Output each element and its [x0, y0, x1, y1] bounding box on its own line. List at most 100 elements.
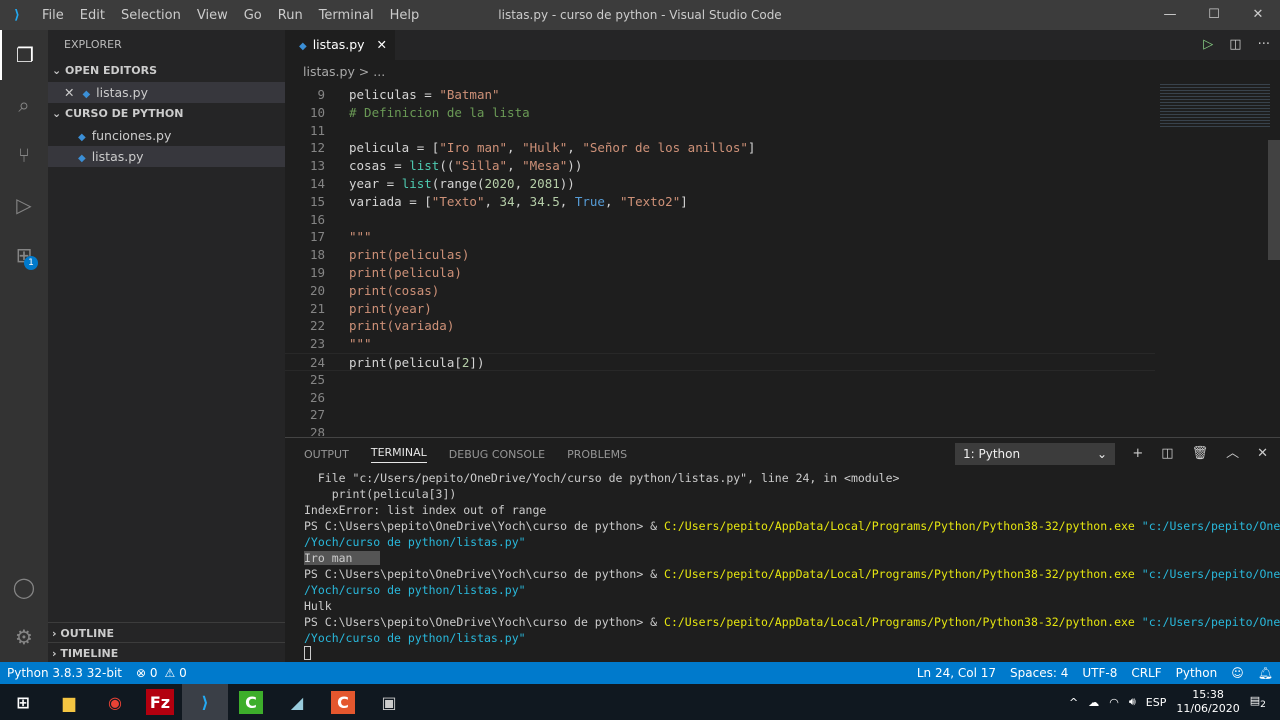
- close-window-icon[interactable]: ✕: [1236, 0, 1280, 30]
- editor-scrollbar[interactable]: [1268, 140, 1280, 260]
- source-control-icon[interactable]: ⑂: [0, 130, 48, 180]
- clock[interactable]: 15:38 11/06/2020: [1176, 688, 1239, 716]
- cursor-position[interactable]: Ln 24, Col 17: [910, 662, 1003, 684]
- run-icon[interactable]: ▷: [1203, 30, 1213, 60]
- tab-listas[interactable]: ◆ listas.py ✕: [285, 30, 395, 60]
- code-line[interactable]: 21 print(year): [285, 300, 1155, 318]
- run-debug-icon[interactable]: ▷: [0, 180, 48, 230]
- split-editor-icon[interactable]: ◫: [1229, 30, 1241, 60]
- code-line[interactable]: 19 print(pelicula): [285, 264, 1155, 282]
- menu-selection[interactable]: Selection: [113, 8, 189, 23]
- search-icon[interactable]: ⌕: [0, 80, 48, 130]
- panel-tab-output[interactable]: OUTPUT: [304, 448, 349, 461]
- indentation[interactable]: Spaces: 4: [1003, 662, 1075, 684]
- notification-count: 2: [1260, 699, 1266, 711]
- panel-tab-problems[interactable]: PROBLEMS: [567, 448, 627, 461]
- code-line[interactable]: 12 pelicula = ["Iro man", "Hulk", "Señor …: [285, 139, 1155, 157]
- menu-edit[interactable]: Edit: [72, 8, 113, 23]
- line-ending[interactable]: CRLF: [1124, 662, 1168, 684]
- explorer-icon[interactable]: ❐: [0, 30, 48, 80]
- terminal-select[interactable]: 1: Python ⌄: [955, 443, 1115, 465]
- code-line[interactable]: 18 print(peliculas): [285, 246, 1155, 264]
- code-line[interactable]: 20 print(cosas): [285, 282, 1155, 300]
- language-indicator[interactable]: ESP: [1146, 696, 1167, 709]
- file-explorer-icon[interactable]: ▆: [46, 684, 92, 720]
- windows-start-icon[interactable]: ⊞: [0, 684, 46, 720]
- menu-run[interactable]: Run: [270, 8, 311, 23]
- code-line[interactable]: 16: [285, 211, 1155, 229]
- file-label: listas.py: [91, 149, 144, 164]
- code-editor[interactable]: 9 peliculas = "Batman" 10 # Definicion de l…: [285, 86, 1155, 436]
- window-app-icon[interactable]: ▣: [366, 684, 412, 720]
- bell-icon[interactable]: 🔔︎: [1251, 662, 1280, 684]
- code-line[interactable]: 11: [285, 122, 1155, 140]
- encoding[interactable]: UTF-8: [1075, 662, 1124, 684]
- account-icon[interactable]: ◯: [0, 562, 48, 612]
- close-tab-icon[interactable]: ✕: [376, 37, 386, 52]
- volume-icon[interactable]: 🔊︎: [1129, 695, 1136, 709]
- file-item-listas[interactable]: ◆ listas.py: [48, 146, 285, 167]
- new-terminal-icon[interactable]: +: [1132, 438, 1143, 470]
- open-editor-item[interactable]: ✕ ◆ listas.py: [48, 82, 285, 103]
- gear-icon[interactable]: ⚙: [0, 612, 48, 662]
- code-line[interactable]: 22 print(variada): [285, 317, 1155, 335]
- terminal-output[interactable]: File "c:/Users/pepito/OneDrive/Yoch/curs…: [285, 470, 1280, 662]
- menu-view[interactable]: View: [189, 8, 236, 23]
- camtasia-recorder-icon[interactable]: C: [320, 684, 366, 720]
- menu-go[interactable]: Go: [236, 8, 270, 23]
- open-editors-section[interactable]: ⌄ OPEN EDITORS: [48, 60, 285, 82]
- problems-warnings[interactable]: ⚠ 0: [165, 662, 194, 684]
- chevron-up-icon[interactable]: ^: [1069, 696, 1078, 709]
- vscode-taskbar-icon[interactable]: ⟩: [182, 684, 228, 720]
- code-line[interactable]: 9 peliculas = "Batman": [285, 86, 1155, 104]
- close-icon[interactable]: ✕: [64, 85, 74, 100]
- file-item-funciones[interactable]: ◆ funciones.py: [48, 125, 285, 146]
- cloud-icon[interactable]: ☁: [1088, 696, 1099, 709]
- line-number: 21: [309, 300, 325, 316]
- python-interpreter[interactable]: Python 3.8.3 32-bit: [0, 662, 129, 684]
- extensions-icon[interactable]: ⊞ 1: [0, 230, 48, 280]
- more-actions-icon[interactable]: ···: [1258, 30, 1270, 60]
- wifi-icon[interactable]: ◠: [1109, 696, 1119, 709]
- app-icon[interactable]: ◢: [274, 684, 320, 720]
- camtasia-icon[interactable]: C: [228, 684, 274, 720]
- menu-terminal[interactable]: Terminal: [311, 8, 382, 23]
- terminal-text: /Yoch/curso de python/listas.py": [304, 631, 526, 645]
- code-line[interactable]: 25: [285, 371, 1155, 389]
- code-line[interactable]: 27: [285, 406, 1155, 424]
- trash-icon[interactable]: 🗑: [1192, 438, 1209, 470]
- code-line[interactable]: 28: [285, 424, 1155, 436]
- code-line[interactable]: 17 """: [285, 228, 1155, 246]
- editor-tabs: ◆ listas.py ✕ ▷ ◫ ···: [285, 30, 1280, 60]
- breadcrumb[interactable]: listas.py > ...: [285, 60, 385, 84]
- filezilla-icon[interactable]: Fz: [146, 689, 174, 715]
- code-line[interactable]: 13 cosas = list(("Silla", "Mesa")): [285, 157, 1155, 175]
- code-line[interactable]: 10 # Definicion de la lista: [285, 104, 1155, 122]
- activity-bar: ❐ ⌕ ⑂ ▷ ⊞ 1 ◯ ⚙: [0, 30, 48, 662]
- code-line[interactable]: 14 year = list(range(2020, 2081)): [285, 175, 1155, 193]
- code-line[interactable]: 24 print(pelicula[2]): [285, 352, 1155, 371]
- split-terminal-icon[interactable]: ◫: [1161, 438, 1173, 470]
- terminal-line: print(pelicula[3]): [304, 486, 1280, 502]
- language-mode[interactable]: Python: [1169, 662, 1225, 684]
- maximize-icon[interactable]: ☐: [1192, 0, 1236, 30]
- menu-help[interactable]: Help: [382, 8, 428, 23]
- outline-section[interactable]: › OUTLINE: [48, 622, 285, 644]
- code-line[interactable]: 23 """: [285, 335, 1155, 353]
- feedback-icon[interactable]: ☺: [1224, 662, 1251, 684]
- maximize-panel-icon[interactable]: ︿: [1226, 438, 1239, 470]
- close-panel-icon[interactable]: ✕: [1257, 438, 1268, 470]
- problems-errors[interactable]: ⊗ 0: [129, 662, 165, 684]
- code-line[interactable]: 15 variada = ["Texto", 34, 34.5, True, "T…: [285, 193, 1155, 211]
- line-text: print(peliculas): [349, 247, 470, 263]
- minimap[interactable]: [1160, 84, 1270, 128]
- notification-icon[interactable]: ▤2: [1250, 694, 1266, 710]
- chrome-icon[interactable]: ◉: [92, 684, 138, 720]
- code-line[interactable]: 26: [285, 389, 1155, 407]
- menu-file[interactable]: File: [34, 8, 72, 23]
- panel-tab-debug-console[interactable]: DEBUG CONSOLE: [449, 448, 545, 461]
- panel-tab-terminal[interactable]: TERMINAL: [370, 446, 427, 463]
- minimize-icon[interactable]: —: [1148, 0, 1192, 30]
- folder-section[interactable]: ⌄ CURSO DE PYTHON: [48, 103, 285, 125]
- timeline-section[interactable]: › TIMELINE: [48, 642, 285, 664]
